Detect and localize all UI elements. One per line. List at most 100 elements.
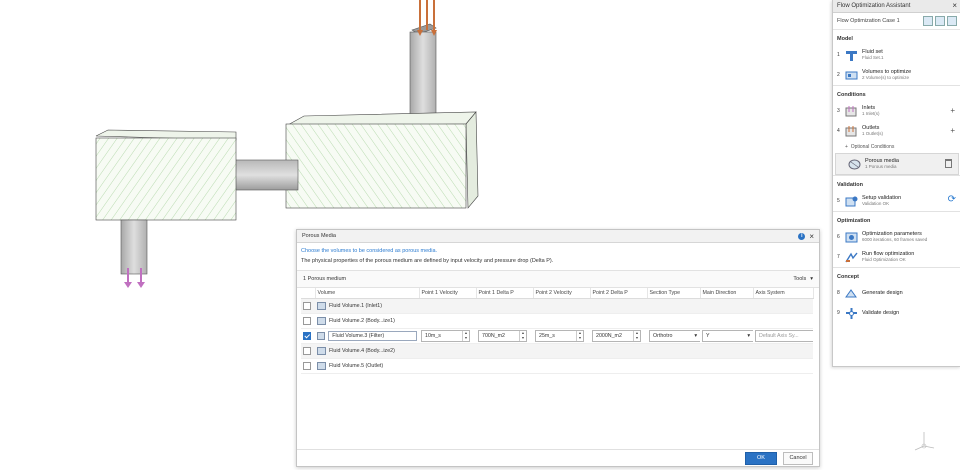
row-checkbox[interactable]	[303, 332, 311, 340]
step-generate-design[interactable]: 8 Generate design	[833, 283, 960, 303]
porous-media-icon	[848, 159, 861, 169]
dialog-footer: OK Cancel	[297, 449, 819, 466]
step-inlets[interactable]: 3 Inlets 1 Inlet(s) +	[833, 101, 960, 121]
right-body-block	[285, 111, 479, 209]
section-validation: Validation	[833, 175, 960, 191]
table-row[interactable]: Fluid Volume.5 (Outlet)	[301, 358, 813, 374]
case-selector[interactable]: Flow Optimization Case 1	[833, 13, 960, 30]
column-header[interactable]: Point 1 Velocity	[419, 288, 477, 299]
point2-deltap-input[interactable]: 2000N_m2 ▲ ▼	[592, 330, 641, 342]
step-volumes-to-optimize[interactable]: 2 Volumes to optimize 2 Volume(s) to opti…	[833, 65, 960, 85]
main-direction-select[interactable]: Y ▾	[702, 330, 753, 342]
flow-optimization-panel: Flow Optimization Assistant × Flow Optim…	[832, 0, 960, 367]
spinner-icon[interactable]: ▲ ▼	[633, 331, 640, 341]
step-setup-validation[interactable]: 5 Setup validation Validation OK ⟳	[833, 191, 960, 211]
close-icon[interactable]: ×	[809, 232, 814, 241]
porous-medium-section-header[interactable]: 1 Porous medium Tools ▾	[297, 271, 819, 288]
connecting-pipe	[233, 159, 299, 191]
porous-volumes-table: Volume Point 1 Velocity Point 1 Delta P …	[301, 288, 814, 374]
column-header[interactable]: Axis System	[753, 288, 814, 299]
volume-name: Fluid Volume.5 (Outlet)	[329, 363, 384, 369]
inlet-pipe	[120, 219, 148, 288]
dialog-description: The physical properties of the porous me…	[297, 256, 819, 271]
dialog-instruction: Choose the volumes to be considered as p…	[301, 248, 438, 254]
volume-name: Fluid Volume.3 (Filter)	[328, 331, 417, 341]
axis-system-input[interactable]: Default Axis Sy...	[755, 330, 813, 342]
row-checkbox[interactable]	[303, 302, 311, 310]
step-optimization-parameters[interactable]: 6 Optimization parameters 6000 iterations…	[833, 227, 960, 247]
chevron-down-icon: ▾	[810, 276, 813, 282]
fluid-set-icon	[846, 50, 857, 61]
inlet-icon	[845, 105, 857, 116]
panel-title: Flow Optimization Assistant	[837, 3, 911, 9]
column-header[interactable]: Volume	[315, 288, 420, 299]
left-body-block	[95, 129, 237, 221]
row-checkbox[interactable]	[303, 317, 311, 325]
info-icon[interactable]: i	[798, 232, 806, 240]
optional-conditions-toggle[interactable]: + Optional Conditions	[833, 141, 960, 153]
volume-icon	[317, 362, 326, 370]
dialog-titlebar: Porous Media i ×	[297, 230, 819, 243]
step-validate-design[interactable]: 9 Validate design	[833, 303, 960, 323]
volumes-icon	[845, 71, 858, 79]
step-run-flow-optimization[interactable]: 7 Run flow optimization Fluid Optimizatio…	[833, 247, 960, 267]
outlet-icon	[845, 125, 857, 136]
spinner-icon[interactable]: ▲ ▼	[462, 331, 469, 341]
spinner-icon[interactable]: ▲ ▼	[576, 331, 583, 341]
column-header[interactable]: Main Direction	[700, 288, 754, 299]
run-optimization-icon	[845, 252, 858, 262]
section-type-select[interactable]: Orthotro ▾	[649, 330, 700, 342]
delete-icon[interactable]	[945, 159, 952, 168]
table-row-selected[interactable]: Fluid Volume.3 (Filter) 10m_s ▲ ▼ 700N_m2 ▲…	[301, 328, 813, 344]
section-concept: Concept	[833, 267, 960, 283]
generate-design-icon	[845, 288, 857, 297]
case-copy-icon[interactable]	[935, 16, 945, 26]
parameters-icon	[845, 232, 858, 242]
close-icon[interactable]: ×	[952, 2, 957, 10]
volume-name: Fluid Volume.4 (Body...ize2)	[329, 348, 395, 354]
table-row[interactable]: Fluid Volume.1 (Inlet1)	[301, 298, 813, 314]
step-fluid-set[interactable]: 1 Fluid set Fluid Set.1	[833, 45, 960, 65]
step-porous-media[interactable]: Porous media 1 Porous media	[835, 153, 959, 175]
cancel-button[interactable]: Cancel	[783, 451, 813, 465]
validation-icon	[845, 196, 858, 206]
axis-triad-icon[interactable]	[912, 428, 936, 452]
table-row[interactable]: Fluid Volume.2 (Body...ize1)	[301, 313, 813, 329]
outlet-pipe	[409, 0, 437, 129]
column-header[interactable]: Point 2 Velocity	[533, 288, 591, 299]
volume-name: Fluid Volume.1 (Inlet1)	[329, 303, 382, 309]
step-outlets[interactable]: 4 Outlets 1 Outlet(s) +	[833, 121, 960, 141]
validate-design-icon	[846, 307, 857, 319]
section-conditions: Conditions	[833, 85, 960, 101]
volume-icon	[317, 317, 326, 325]
table-row[interactable]: Fluid Volume.4 (Body...ize2)	[301, 343, 813, 359]
chevron-down-icon: ▾	[747, 333, 750, 339]
column-header[interactable]: Point 2 Delta P	[590, 288, 648, 299]
porous-media-dialog: Porous Media i × Choose the volumes to b…	[296, 229, 820, 467]
panel-titlebar: Flow Optimization Assistant ×	[833, 0, 960, 13]
case-list-icon[interactable]	[947, 16, 957, 26]
volume-icon	[317, 302, 326, 310]
row-checkbox[interactable]	[303, 347, 311, 355]
row-checkbox[interactable]	[303, 362, 311, 370]
table-header-row: Volume Point 1 Velocity Point 1 Delta P …	[301, 288, 814, 299]
refresh-icon[interactable]: ⟳	[948, 194, 956, 205]
spinner-icon[interactable]: ▲ ▼	[519, 331, 526, 341]
column-header[interactable]: Section Type	[647, 288, 701, 299]
column-header[interactable]: Point 1 Delta P	[476, 288, 534, 299]
tools-menu[interactable]: Tools ▾	[793, 276, 813, 282]
add-outlet-icon[interactable]: +	[950, 126, 955, 135]
point1-deltap-input[interactable]: 700N_m2 ▲ ▼	[478, 330, 527, 342]
section-model: Model	[837, 36, 853, 42]
volume-icon	[317, 332, 326, 340]
ok-button[interactable]: OK	[745, 451, 777, 465]
section-label: 1 Porous medium	[303, 276, 347, 282]
volume-icon	[317, 347, 326, 355]
add-inlet-icon[interactable]: +	[950, 106, 955, 115]
point2-velocity-input[interactable]: 25m_s ▲ ▼	[535, 330, 584, 342]
case-new-icon[interactable]	[923, 16, 933, 26]
point1-velocity-input[interactable]: 10m_s ▲ ▼	[421, 330, 470, 342]
section-optimization: Optimization	[833, 211, 960, 227]
chevron-down-icon: ▾	[694, 333, 697, 339]
case-name: Flow Optimization Case 1	[837, 18, 900, 24]
